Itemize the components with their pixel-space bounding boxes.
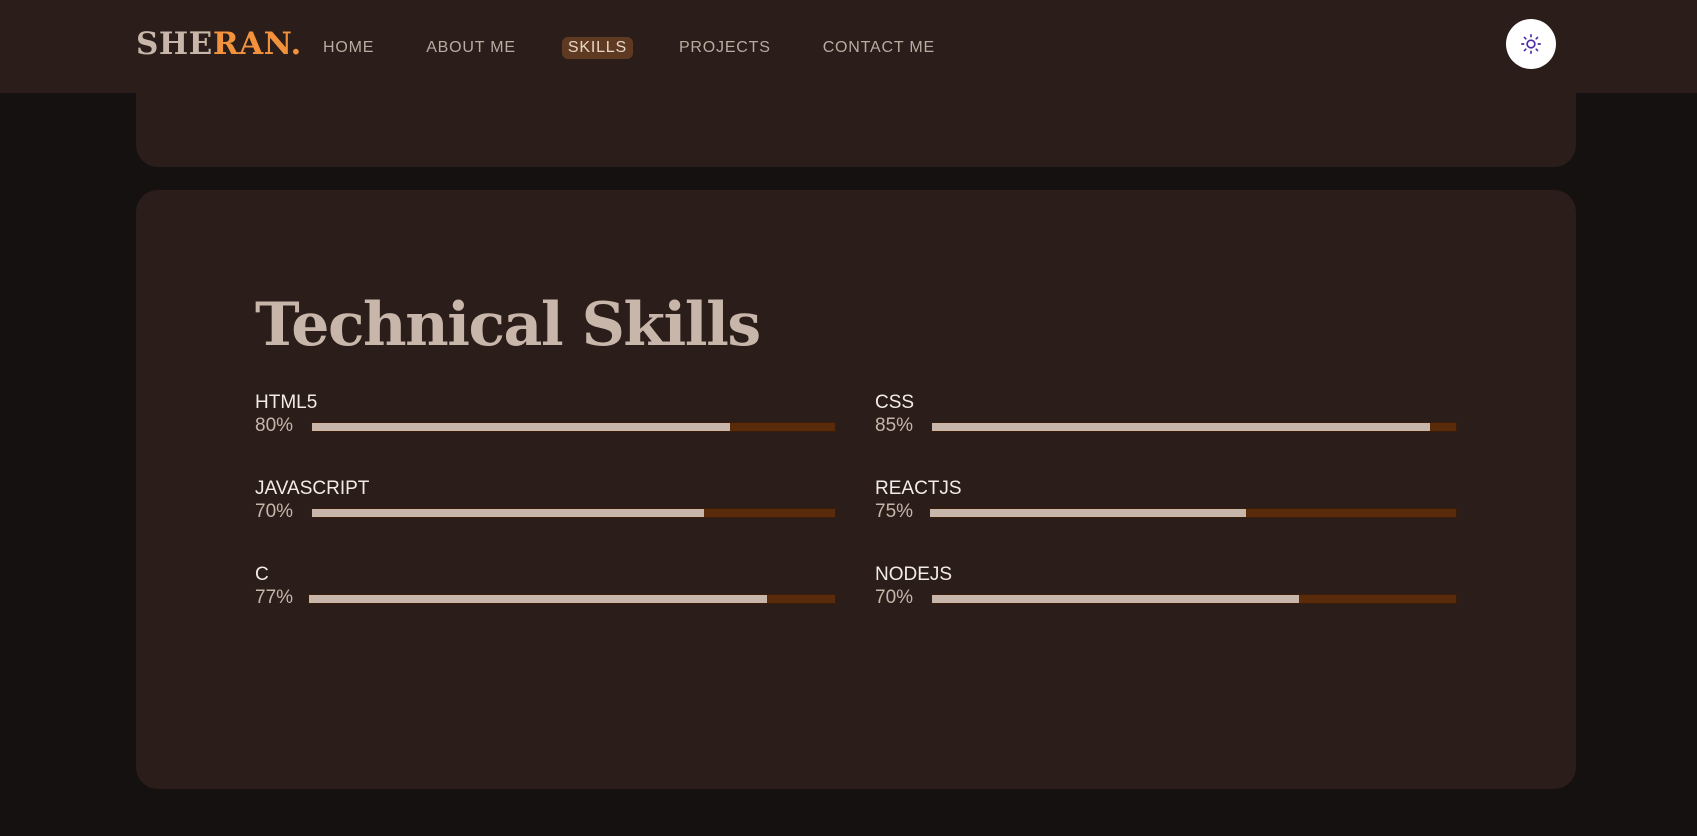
theme-toggle-button[interactable]	[1506, 19, 1556, 69]
skill-percent: 80%	[255, 415, 294, 436]
skill-percent: 85%	[875, 415, 914, 436]
skill-progress-bar	[929, 508, 1457, 518]
skill-percent: 70%	[255, 501, 294, 522]
nav-contact-me[interactable]: CONTACT ME	[817, 37, 941, 59]
section-title: Technical Skills	[255, 290, 761, 360]
skill-progress-fill	[312, 509, 705, 517]
skill-progress-fill	[312, 423, 731, 431]
nav-projects[interactable]: PROJECTS	[673, 37, 777, 59]
skill-progress-fill	[309, 595, 767, 603]
skill-name: HTML5	[255, 392, 318, 413]
nav-skills[interactable]: SKILLS	[561, 37, 633, 59]
nav-home[interactable]: HOME	[323, 37, 380, 59]
logo-text-part1: SHE	[136, 26, 213, 62]
skill-reactjs: REACTJS 75%	[875, 478, 1457, 524]
skill-javascript: JAVASCRIPT 70%	[255, 478, 836, 524]
skill-progress-fill	[932, 595, 1299, 603]
skill-progress-fill	[932, 423, 1430, 431]
skill-css: CSS 85%	[875, 392, 1457, 438]
skill-progress-fill	[930, 509, 1246, 517]
logo[interactable]: SHERAN.	[136, 26, 302, 62]
logo-text-part2: RAN.	[212, 26, 302, 62]
skill-progress-bar	[308, 594, 836, 604]
sun-icon	[1521, 34, 1541, 54]
skill-progress-bar	[311, 508, 836, 518]
skill-percent: 75%	[875, 501, 914, 522]
skill-c: C 77%	[255, 564, 836, 610]
skill-html5: HTML5 80%	[255, 392, 836, 438]
skill-percent: 77%	[255, 587, 294, 608]
skill-progress-bar	[311, 422, 836, 432]
skill-name: CSS	[875, 392, 915, 413]
skill-name: C	[255, 564, 269, 585]
main-nav: HOME ABOUT ME SKILLS PROJECTS CONTACT ME	[323, 37, 981, 59]
skill-progress-bar	[931, 422, 1457, 432]
skill-percent: 70%	[875, 587, 914, 608]
skill-nodejs: NODEJS 70%	[875, 564, 1457, 610]
skill-progress-bar	[931, 594, 1457, 604]
skill-name: REACTJS	[875, 478, 962, 499]
site-header: SHERAN. HOME ABOUT ME SKILLS PROJECTS CO…	[0, 0, 1697, 93]
skill-name: NODEJS	[875, 564, 953, 585]
nav-about-me[interactable]: ABOUT ME	[420, 37, 522, 59]
skill-name: JAVASCRIPT	[255, 478, 370, 499]
